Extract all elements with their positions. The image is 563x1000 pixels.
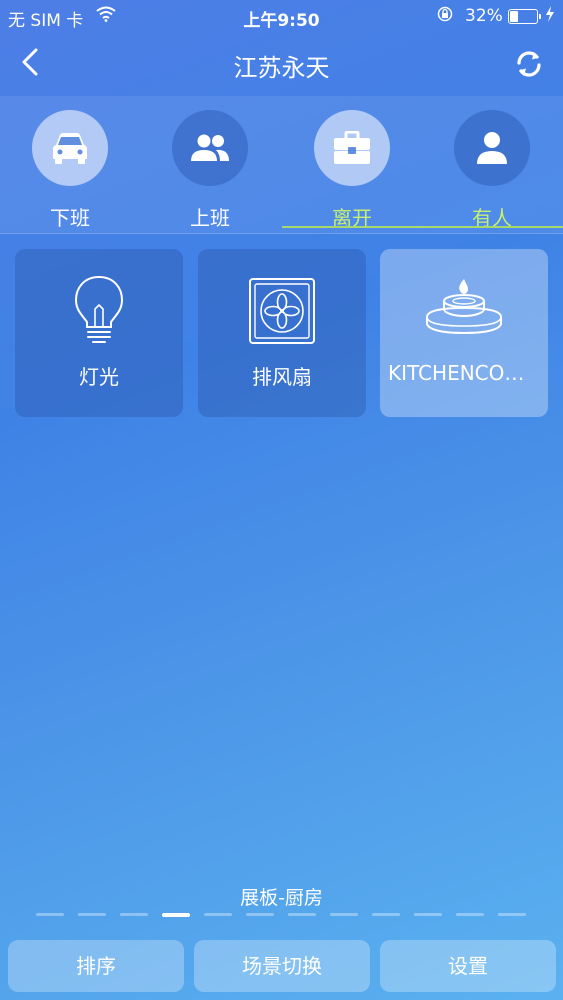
page-dot[interactable] [414, 913, 442, 916]
scene-on-work[interactable]: 上班 [155, 110, 265, 231]
scene-bar: 下班 上班 离开 有人 [0, 96, 563, 234]
scene-off-work[interactable]: 下班 [15, 110, 125, 231]
person-icon [454, 110, 530, 186]
scene-leave[interactable]: 离开 [297, 110, 407, 231]
page-dot[interactable] [204, 913, 232, 916]
device-tile-kitchen-cooker[interactable]: KITCHENCOOKER [380, 249, 548, 417]
device-label: 灯光 [79, 365, 119, 389]
briefcase-icon [314, 110, 390, 186]
page-dot[interactable] [330, 913, 358, 916]
page-dot[interactable] [246, 913, 274, 916]
sort-button[interactable]: 排序 [8, 940, 184, 992]
charging-icon [545, 6, 555, 26]
scene-switch-button[interactable]: 场景切换 [194, 940, 370, 992]
nav-bar: 江苏永天 [0, 32, 563, 94]
page-dot[interactable] [78, 913, 106, 916]
light-bulb-icon [15, 275, 183, 345]
page-title: 江苏永天 [233, 54, 330, 82]
panel-name: 展板-厨房 [240, 887, 323, 909]
device-label: 排风扇 [252, 365, 312, 389]
page-dot[interactable] [36, 913, 64, 916]
device-label: KITCHENCOOKER [388, 361, 540, 385]
gas-stove-icon [380, 275, 548, 345]
scene-label: 上班 [190, 206, 230, 230]
car-icon [32, 110, 108, 186]
page-dot[interactable] [120, 913, 148, 916]
refresh-icon[interactable] [512, 48, 546, 80]
page-dot[interactable] [372, 913, 400, 916]
device-tile-light[interactable]: 灯光 [15, 249, 183, 417]
page-indicator[interactable] [36, 913, 528, 917]
battery-fill [510, 11, 518, 22]
scene-occupied[interactable]: 有人 [437, 110, 547, 231]
exhaust-fan-icon [198, 275, 366, 345]
orientation-lock-icon [437, 6, 453, 26]
settings-button[interactable]: 设置 [380, 940, 556, 992]
battery-icon [508, 9, 541, 24]
active-scene-underline [282, 226, 563, 228]
device-tile-exhaust-fan[interactable]: 排风扇 [198, 249, 366, 417]
page-dot[interactable] [498, 913, 526, 916]
page-dot[interactable] [456, 913, 484, 916]
users-icon [172, 110, 248, 186]
scene-label: 下班 [50, 206, 90, 230]
status-bar: 无 SIM 卡 上午9:50 32% [0, 0, 563, 32]
page-dot[interactable] [162, 913, 190, 917]
battery-percent: 32% [465, 6, 503, 26]
page-dot[interactable] [288, 913, 316, 916]
